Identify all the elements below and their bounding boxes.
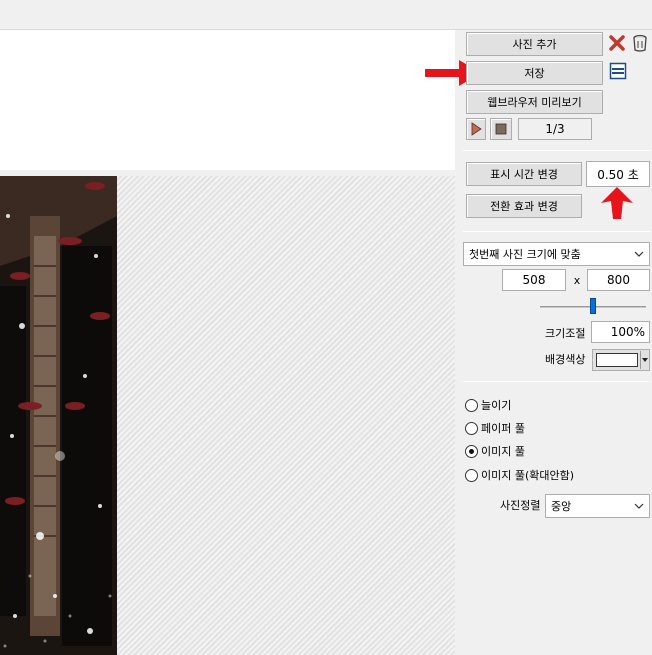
- browser-preview-button[interactable]: 웹브라우저 미리보기: [466, 90, 603, 114]
- align-select[interactable]: 중앙: [545, 494, 650, 518]
- fill-mode-label: 이미지 풀: [481, 445, 525, 458]
- radio-button[interactable]: [465, 398, 478, 412]
- width-field[interactable]: 508: [502, 269, 566, 291]
- top-strip: [0, 0, 652, 30]
- fill-mode-label: 늘이기: [481, 399, 512, 412]
- trash-icon[interactable]: [631, 33, 649, 53]
- duration-field[interactable]: 0.50 초: [586, 161, 650, 187]
- save-button[interactable]: 저장: [466, 61, 603, 85]
- change-duration-button[interactable]: 표시 시간 변경: [466, 162, 582, 186]
- separator: [463, 231, 650, 232]
- canvas-background: [117, 176, 455, 655]
- add-photo-button[interactable]: 사진 추가: [466, 32, 603, 56]
- scale-slider-thumb[interactable]: [590, 298, 596, 314]
- scale-field[interactable]: 100%: [591, 321, 650, 343]
- photo-preview[interactable]: [0, 176, 117, 655]
- radio-button-selected[interactable]: [465, 444, 478, 458]
- stop-button[interactable]: [490, 118, 512, 140]
- list-icon[interactable]: [609, 62, 627, 80]
- radio-button[interactable]: [465, 468, 478, 482]
- radio-button[interactable]: [465, 421, 478, 435]
- align-label: 사진정렬: [500, 499, 541, 512]
- dropdown-arrow-icon[interactable]: [640, 351, 648, 369]
- scale-label: 크기조절: [545, 327, 586, 340]
- caption-area: [0, 30, 455, 170]
- play-button[interactable]: [466, 118, 486, 140]
- separator: [463, 381, 650, 382]
- fill-mode-label: 페이퍼 풀: [481, 422, 525, 435]
- page-indicator: 1/3: [518, 118, 592, 140]
- fit-mode-select[interactable]: 첫번째 사진 크기에 맞춤: [463, 242, 650, 266]
- stop-icon: [495, 123, 507, 135]
- bg-color-label: 배경색상: [545, 353, 586, 366]
- chevron-down-icon: [634, 503, 644, 509]
- fill-mode-image-fill-no-zoom[interactable]: 이미지 풀(확대안함): [465, 467, 645, 483]
- duration-arrow-icon: [599, 187, 635, 219]
- change-transition-button[interactable]: 전환 효과 변경: [466, 194, 582, 218]
- align-value: 중앙: [551, 500, 572, 513]
- fill-mode-label: 이미지 풀(확대안함): [481, 469, 575, 482]
- height-field[interactable]: 800: [587, 269, 650, 291]
- chevron-down-icon: [634, 251, 644, 257]
- size-separator-label: x: [573, 274, 581, 287]
- fill-mode-stretch[interactable]: 늘이기: [465, 397, 645, 413]
- play-icon: [471, 122, 482, 136]
- bg-color-picker[interactable]: [592, 349, 650, 371]
- fit-mode-value: 첫번째 사진 크기에 맞춤: [469, 248, 581, 261]
- bg-color-swatch: [596, 353, 638, 367]
- photo-image: [0, 176, 117, 655]
- separator: [463, 150, 650, 151]
- fill-mode-paper-fill[interactable]: 페이퍼 풀: [465, 420, 645, 436]
- delete-icon[interactable]: [608, 34, 626, 52]
- fill-mode-image-fill[interactable]: 이미지 풀: [465, 443, 645, 459]
